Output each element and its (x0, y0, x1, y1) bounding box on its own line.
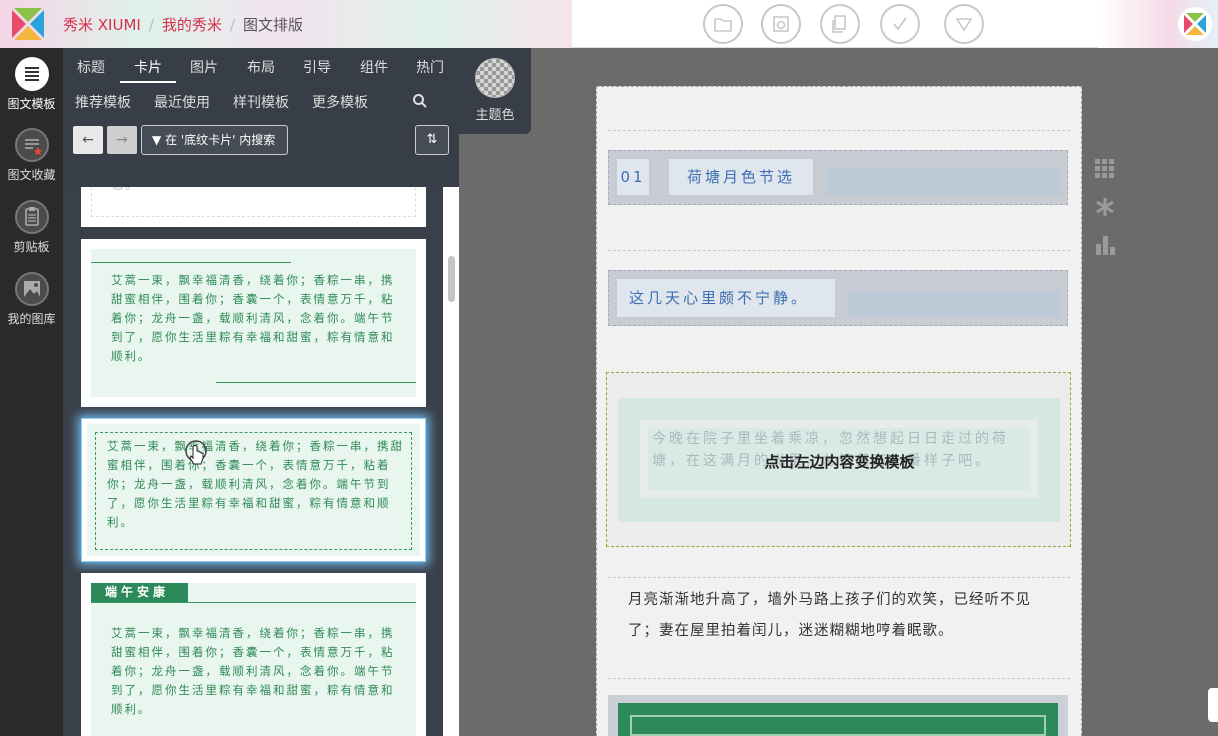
filter-icon: ▼ (152, 133, 162, 147)
title-text: 荷塘月色节选 (667, 157, 815, 197)
asterisk-icon[interactable] (1094, 196, 1116, 218)
selected-block[interactable]: 今晚在院子里坐着乘凉，忽然想起日日走过的荷塘，在这满月的光里，总该另有一番样子吧… (606, 372, 1071, 547)
card-text: 艾蒿一束，飘幸福清香，绕着你；香粽一串，携甜蜜相伴，围着你；香囊一个，表情意万千… (107, 439, 404, 529)
title-block[interactable]: 这几天心里颇不宁静。 (608, 270, 1068, 326)
block-divider (608, 130, 1070, 131)
filter-label: 在 '底纹卡片' 内搜索 (165, 133, 276, 147)
card-divider (91, 602, 416, 603)
top-bar: 秀米 XIUMI / 我的秀米 / 图文排版 (0, 0, 1218, 48)
breadcrumb-brand[interactable]: 秀米 XIUMI (63, 16, 141, 34)
search-icon[interactable] (412, 93, 428, 109)
sidebar-item-label: 图文收藏 (7, 168, 56, 182)
active-tab-indicator (120, 81, 176, 83)
subtab-recent[interactable]: 最近使用 (154, 92, 210, 112)
sidebar-item-favorites[interactable]: 图文收藏 (0, 128, 63, 183)
preview-icon[interactable] (761, 4, 801, 44)
green-inner-frame (630, 715, 1046, 736)
block-divider (608, 678, 1070, 679)
subtab-more[interactable]: 更多模板 (312, 92, 368, 112)
back-button[interactable]: ← (73, 126, 103, 154)
sort-button[interactable]: ⇅ (415, 125, 449, 155)
filter-search-button[interactable]: ▼ 在 '底纹卡片' 内搜索 (141, 125, 288, 155)
tab-layout[interactable]: 布局 (247, 57, 275, 77)
sidebar-item-templates[interactable]: 图文模板 (0, 57, 63, 112)
left-sidebar: 图文模板 图文收藏 剪贴板 我的图库 (0, 48, 63, 736)
block-divider (608, 250, 1070, 251)
title-number: 01 (615, 157, 651, 197)
sort-icon: ⇅ (426, 132, 438, 147)
grid-icon[interactable] (1094, 158, 1116, 180)
sidebar-item-gallery[interactable]: 我的图库 (0, 272, 63, 327)
template-card-selected[interactable]: 艾蒿一束，飘幸福清香，绕着你；香粽一串，携甜蜜相伴，围着你；香囊一个，表情意万千… (81, 418, 426, 562)
breadcrumb-my[interactable]: 我的秀米 (162, 16, 222, 34)
theme-color-button[interactable]: 主题色 (459, 48, 531, 134)
template-card[interactable]: 艾蒿一束，飘幸福清香，绕着你；香粽一串，携甜蜜相伴，围着你；香囊一个，表情意万千… (81, 239, 426, 407)
card-text: 艾蒿一束，飘幸福清香，绕着你；香粽一串，携甜蜜相伴，围着你；香囊一个，表情意万千… (111, 273, 395, 363)
star-list-icon (14, 128, 49, 162)
tab-card[interactable]: 卡片 (134, 57, 162, 77)
list-icon (14, 57, 49, 91)
tab-guide[interactable]: 引导 (303, 57, 331, 77)
title-placeholder (825, 167, 1063, 197)
bottom-green-block[interactable] (608, 695, 1068, 736)
tab-hot[interactable]: 热门 (416, 57, 444, 77)
title-text: 这几天心里颇不宁静。 (615, 277, 837, 319)
xiumi-logo-small-icon[interactable] (1178, 7, 1212, 41)
body-paragraph[interactable]: 月亮渐渐地升高了，墙外马路上孩子们的欢笑，已经听不见了；妻在屋里拍着闰儿，迷迷糊… (628, 585, 1058, 647)
canvas-side-tools (1094, 158, 1116, 272)
breadcrumb-separator: / (148, 16, 154, 34)
theme-color-label: 主题色 (475, 108, 515, 123)
check-icon[interactable] (880, 4, 920, 44)
breadcrumb: 秀米 XIUMI / 我的秀米 / 图文排版 (63, 14, 303, 35)
category-tabs: 标题 卡片 图片 布局 引导 组件 热门 (63, 48, 459, 84)
tab-component[interactable]: 组件 (360, 57, 388, 77)
download-icon[interactable] (944, 4, 984, 44)
hand-cursor-icon (185, 440, 207, 465)
subtab-recommended[interactable]: 推荐模板 (75, 92, 131, 112)
template-list: 恩。 艾蒿一束，飘幸福清香，绕着你；香粽一串，携甜蜜相伴，围着你；香囊一个，表情… (63, 187, 443, 736)
bar-chart-icon[interactable] (1094, 234, 1116, 256)
checker-swatch-icon (475, 58, 515, 98)
sidebar-item-label: 图文模板 (7, 97, 56, 111)
sidebar-item-clipboard[interactable]: 剪贴板 (0, 200, 63, 255)
copy-icon[interactable] (820, 4, 860, 44)
title-placeholder (847, 289, 1063, 319)
template-card[interactable]: 恩。 (81, 187, 426, 227)
scrollbar-thumb[interactable] (448, 256, 455, 302)
xiumi-logo-icon[interactable] (8, 4, 48, 44)
subtab-sample[interactable]: 样刊模板 (233, 92, 289, 112)
sidebar-item-label: 剪贴板 (13, 240, 50, 254)
sidebar-item-label: 我的图库 (7, 312, 56, 326)
breadcrumb-separator: / (229, 16, 235, 34)
right-edge-tab[interactable] (1208, 688, 1218, 722)
image-icon (14, 272, 49, 306)
card-divider (91, 262, 291, 263)
template-panel-header: 标题 卡片 图片 布局 引导 组件 热门 推荐模板 最近使用 样刊模板 更多模板… (63, 48, 459, 187)
block-divider (608, 577, 1070, 578)
title-block[interactable]: 01 荷塘月色节选 (608, 150, 1068, 205)
card-text: 恩。 (112, 187, 139, 195)
green-frame (618, 703, 1058, 736)
tab-title[interactable]: 标题 (77, 57, 105, 77)
card-text: 艾蒿一束，飘幸福清香，绕着你；香粽一串，携甜蜜相伴，围着你；香囊一个，表情意万千… (111, 626, 395, 716)
folder-icon[interactable] (703, 4, 743, 44)
forward-button[interactable]: → (107, 126, 137, 154)
replace-template-hint: 点击左边内容变换模板 (764, 453, 915, 471)
template-card[interactable]: 端午安康 艾蒿一束，飘幸福清香，绕着你；香粽一串，携甜蜜相伴，围着你；香囊一个，… (81, 573, 426, 736)
clipboard-icon (14, 200, 49, 234)
breadcrumb-current: 图文排版 (242, 16, 303, 34)
card-title-badge: 端午安康 (91, 583, 188, 602)
card-divider (216, 382, 416, 383)
tab-image[interactable]: 图片 (190, 57, 218, 77)
